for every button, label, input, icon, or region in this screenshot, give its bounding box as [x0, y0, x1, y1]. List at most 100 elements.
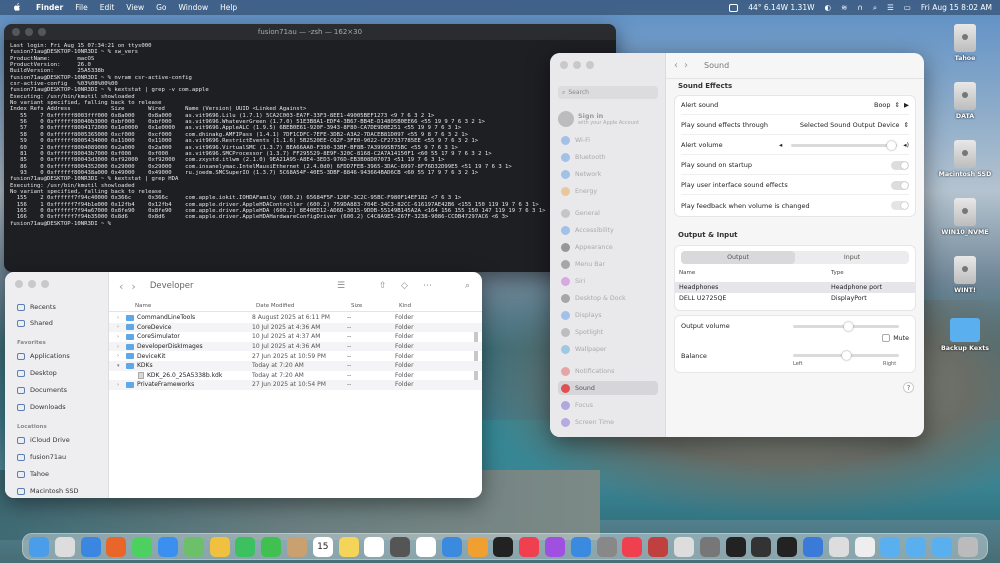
- sidebar-item-appearance[interactable]: Appearance: [558, 240, 658, 254]
- menu-view[interactable]: View: [126, 3, 144, 12]
- dock-settings-icon[interactable]: [596, 537, 617, 557]
- dock-launchpad-icon[interactable]: [54, 537, 75, 557]
- dock-ai-icon[interactable]: [674, 537, 694, 557]
- sidebar-item-sound[interactable]: Sound: [558, 381, 658, 395]
- output-volume-knob[interactable]: [843, 322, 853, 331]
- file-row[interactable]: › CommandLineTools 8 August 2025 at 6:11 P…: [109, 313, 482, 323]
- dock-activity-icon[interactable]: [725, 537, 746, 557]
- display-icon[interactable]: [729, 3, 739, 12]
- dock-music-icon[interactable]: [519, 537, 540, 557]
- dock-news-icon[interactable]: [622, 537, 643, 557]
- disclosure-icon[interactable]: ›: [117, 334, 123, 340]
- action-icon[interactable]: ⋯: [423, 281, 432, 291]
- sidebar-item-general[interactable]: General: [558, 206, 658, 220]
- sidebar-item-displays[interactable]: Displays: [558, 308, 658, 322]
- file-row[interactable]: › DeviceKit 27 Jun 2025 at 10:59 PM -- Folde…: [109, 351, 482, 361]
- file-row[interactable]: › CoreDevice 10 Jul 2025 at 4:36 AM -- Folde…: [109, 322, 482, 333]
- minimize-button[interactable]: [573, 61, 581, 69]
- col-kind[interactable]: Kind: [395, 300, 411, 311]
- dock-scripteditor-icon[interactable]: [648, 537, 669, 557]
- dock-diskutil-icon[interactable]: [699, 537, 720, 557]
- flag-icon[interactable]: ▭: [904, 3, 911, 12]
- sidebar-item-fusion71au[interactable]: fusion71au: [17, 453, 66, 461]
- file-row[interactable]: ▾ KDKs Today at 7:20 AM -- Folder: [109, 361, 482, 371]
- sidebar-item-energy[interactable]: Energy: [558, 184, 658, 198]
- sidebar-item-notifications[interactable]: Notifications: [558, 364, 658, 378]
- sidebar-item-recents[interactable]: Recents: [17, 303, 56, 311]
- dock-contacts-icon[interactable]: [287, 537, 307, 557]
- dock-notes-icon[interactable]: [338, 537, 359, 557]
- dock-messages-icon[interactable]: [132, 537, 153, 557]
- disclosure-icon[interactable]: ›: [117, 353, 123, 359]
- sidebar-item-shared[interactable]: Shared: [17, 319, 53, 327]
- alert-volume-slider[interactable]: [791, 141, 897, 150]
- mute-checkbox[interactable]: [882, 334, 891, 342]
- sidebar-item-desktop[interactable]: Desktop: [17, 369, 57, 377]
- play-icon[interactable]: ▶: [904, 101, 909, 109]
- share-icon[interactable]: ⇧: [379, 281, 387, 291]
- dock-calculator-icon[interactable]: [390, 537, 411, 557]
- back-forward-icon[interactable]: ‹›: [119, 280, 144, 293]
- file-row[interactable]: › CoreSimulator 10 Jul 2025 at 4:37 AM -- Fo…: [109, 332, 482, 342]
- search-icon[interactable]: ⌕: [873, 3, 877, 13]
- clock[interactable]: Fri Aug 15 8:02 AM: [921, 3, 992, 12]
- col-date[interactable]: Date Modified: [252, 300, 347, 311]
- sidebar-item-focus[interactable]: Focus: [558, 398, 658, 412]
- dock-calendar-icon[interactable]: 15: [312, 537, 333, 557]
- output-volume-slider[interactable]: [793, 322, 899, 331]
- dock-archive-icon[interactable]: [854, 537, 875, 557]
- menu-help[interactable]: Help: [220, 3, 237, 12]
- dock-finder-icon[interactable]: [29, 537, 49, 557]
- dock-freeform-icon[interactable]: [416, 537, 436, 557]
- terminal-output[interactable]: Last login: Fri Aug 15 07:34:21 on ttys0…: [4, 40, 616, 230]
- dock-maps-icon[interactable]: [183, 537, 204, 557]
- col-size[interactable]: Size: [347, 300, 395, 311]
- menu-finder[interactable]: Finder: [36, 3, 63, 12]
- zoom-button[interactable]: [586, 61, 594, 69]
- chevron-updown-icon[interactable]: ⇕: [904, 121, 909, 129]
- apple-icon[interactable]: [12, 3, 22, 13]
- dock-folder-icon[interactable]: [880, 537, 901, 557]
- terminal-window[interactable]: fusion71au — -zsh — 162×30 Last login: F…: [4, 24, 616, 272]
- sidebar-item-accessibility[interactable]: Accessibility: [558, 223, 658, 237]
- dock-finder2-icon[interactable]: [828, 537, 849, 557]
- desktop-folder-backup-kexts[interactable]: Backup Kexts: [930, 318, 1000, 352]
- dock-downloads-icon[interactable]: [932, 537, 952, 557]
- list-view-icon[interactable]: ☰: [337, 281, 345, 291]
- tab-input[interactable]: Input: [795, 251, 909, 264]
- dock-console-icon[interactable]: [751, 537, 772, 557]
- zoom-button[interactable]: [41, 280, 49, 288]
- col-name[interactable]: Name: [109, 300, 252, 311]
- screen-mirror-icon[interactable]: ◐: [825, 3, 832, 12]
- finder-window[interactable]: Recents Shared Favorites Applications De…: [5, 272, 482, 498]
- apple-account-signin[interactable]: Sign in with your Apple Account: [558, 105, 658, 133]
- ui-effects-toggle[interactable]: [891, 180, 909, 190]
- device-row-headphones[interactable]: Headphones Headphone port: [675, 282, 915, 293]
- sidebar-item-bluetooth[interactable]: Bluetooth: [558, 150, 658, 164]
- control-center-icon[interactable]: ☰: [887, 3, 894, 12]
- dock-keynote-icon[interactable]: [441, 537, 462, 557]
- disclosure-icon[interactable]: ▾: [117, 363, 123, 369]
- startup-sound-toggle[interactable]: [891, 160, 909, 170]
- sidebar-item-tahoe[interactable]: Tahoe: [17, 470, 49, 478]
- desktop-drive-macintosh-ssd[interactable]: Macintosh SSD: [930, 140, 1000, 178]
- back-forward-icon[interactable]: ‹›: [674, 60, 694, 71]
- tab-output[interactable]: Output: [681, 251, 795, 264]
- close-button[interactable]: [15, 280, 23, 288]
- sidebar-item-applications[interactable]: Applications: [17, 352, 70, 360]
- sidebar-item-screen-time[interactable]: Screen Time: [558, 415, 658, 429]
- dock-firefox-icon[interactable]: [106, 537, 127, 557]
- play-through-select[interactable]: Selected Sound Output Device: [800, 121, 900, 129]
- desktop-drive-tahoe[interactable]: Tahoe: [930, 24, 1000, 62]
- help-button[interactable]: ?: [903, 382, 914, 393]
- headphones-icon[interactable]: ∩: [857, 3, 863, 12]
- menu-file[interactable]: File: [75, 3, 88, 12]
- minimize-button[interactable]: [28, 280, 36, 288]
- desktop-drive-data[interactable]: DATA: [930, 82, 1000, 120]
- chevron-updown-icon[interactable]: ⇕: [895, 101, 900, 109]
- sidebar-item-network[interactable]: Network: [558, 167, 658, 181]
- dock-appletv-icon[interactable]: [493, 537, 514, 557]
- desktop-drive-win10[interactable]: WIN10_NVME: [930, 198, 1000, 236]
- dock-xcode-icon[interactable]: [803, 537, 823, 557]
- file-row[interactable]: › DeveloperDiskImages 10 Jul 2025 at 4:36 …: [109, 341, 482, 352]
